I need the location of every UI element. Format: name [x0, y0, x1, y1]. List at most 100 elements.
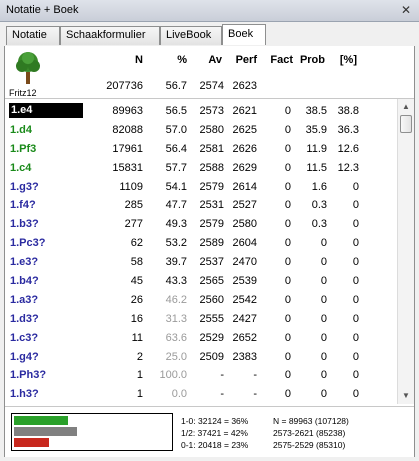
vertical-scrollbar[interactable]: ▲ ▼ [397, 99, 414, 404]
tab-boek[interactable]: Boek [222, 24, 266, 45]
move-pct: 49.3 [165, 218, 187, 231]
move-san[interactable]: 1.Pc3? [10, 237, 72, 249]
move-perf: 2580 [232, 218, 257, 231]
black-rating-stat: 2575-2529 (85310) [273, 440, 346, 450]
move-av: 2579 [199, 218, 224, 231]
move-row[interactable]: 1.g4? 2 25.0 2509 2383 0 0 0 [5, 348, 397, 367]
move-fact: 0 [284, 161, 291, 174]
move-san[interactable]: 1.Ph3? [10, 369, 72, 381]
move-prob: 0 [320, 369, 327, 382]
close-icon[interactable]: ✕ [399, 3, 413, 17]
move-av: 2579 [199, 180, 224, 193]
tab-notatie[interactable]: Notatie [6, 26, 60, 45]
tree-icon [16, 52, 40, 84]
move-row[interactable]: 1.Pc3? 62 53.2 2589 2604 0 0 0 [5, 234, 397, 253]
col-fact[interactable]: Fact [263, 54, 293, 66]
move-san[interactable]: 1.d3? [10, 313, 72, 325]
move-pct: 57.7 [165, 161, 187, 174]
result-summary: 1-0: 32124 = 36% 1/2: 37421 = 42% 0-1: 2… [5, 406, 414, 457]
move-pbr: 0 [352, 199, 359, 212]
move-pct: 56.4 [165, 142, 187, 155]
move-row[interactable]: 1.a3? 26 46.2 2560 2542 0 0 0 [5, 291, 397, 310]
move-san[interactable]: 1.e4 [9, 103, 83, 118]
move-san[interactable]: 1.f4? [10, 199, 72, 211]
move-prob: 0 [320, 350, 327, 363]
move-row[interactable]: 1.g3? 1109 54.1 2579 2614 0 1.6 0 [5, 178, 397, 197]
move-n: 1109 [119, 180, 143, 193]
move-n: 26 [130, 293, 143, 306]
move-n: 1 [136, 369, 143, 382]
move-av: 2529 [199, 331, 224, 344]
window-titlebar: Notatie + Boek ✕ [0, 0, 419, 22]
move-row[interactable]: 1.b3? 277 49.3 2579 2580 0 0.3 0 [5, 215, 397, 234]
col-av[interactable]: Av [200, 54, 222, 66]
move-prob: 0.3 [311, 199, 327, 212]
move-san[interactable]: 1.c3? [10, 332, 72, 344]
scroll-thumb[interactable] [400, 115, 412, 133]
move-row[interactable]: 1.d3? 16 31.3 2555 2427 0 0 0 [5, 310, 397, 329]
move-n: 11 [131, 331, 143, 344]
move-san[interactable]: 1.a3? [10, 294, 72, 306]
move-fact: 0 [284, 256, 291, 269]
move-fact: 0 [284, 218, 291, 231]
scroll-up-icon[interactable]: ▲ [400, 101, 412, 113]
scroll-down-icon[interactable]: ▼ [400, 390, 412, 402]
draws-stat: 1/2: 37421 = 42% [181, 428, 248, 438]
move-san[interactable]: 1.b3? [10, 218, 72, 230]
col-pbr[interactable]: [%] [335, 54, 357, 66]
move-row[interactable]: 1.h3? 1 0.0 - - 0 0 0 [5, 385, 397, 404]
tab-strip: Notatie Schaakformulier LiveBook Boek [4, 24, 415, 47]
move-pct: 54.1 [165, 180, 187, 193]
col-perf[interactable]: Perf [227, 54, 257, 66]
move-san[interactable]: 1.g4? [10, 351, 72, 363]
black-wins-bar [14, 438, 49, 447]
move-n: 285 [124, 199, 143, 212]
tab-schaakformulier[interactable]: Schaakformulier [60, 26, 160, 45]
move-fact: 0 [284, 369, 291, 382]
move-pbr: 0 [352, 180, 359, 193]
move-pbr: 12.3 [337, 161, 359, 174]
move-av: 2555 [199, 312, 224, 325]
move-row[interactable]: 1.c3? 11 63.6 2529 2652 0 0 0 [5, 329, 397, 348]
move-row[interactable]: 1.Ph3? 1 100.0 - - 0 0 0 [5, 366, 397, 385]
tab-livebook[interactable]: LiveBook [160, 26, 222, 45]
move-pbr: 38.8 [337, 105, 359, 117]
move-perf: - [253, 388, 257, 401]
move-row[interactable]: 1.d4 82088 57.0 2580 2625 0 35.9 36.3 [5, 121, 397, 140]
move-san[interactable]: 1.c4 [10, 162, 72, 174]
move-san[interactable]: 1.Pf3 [10, 143, 72, 155]
move-pct: 43.3 [165, 275, 187, 288]
move-n: 1 [136, 388, 143, 401]
move-row[interactable]: 1.Pf3 17961 56.4 2581 2626 0 11.9 12.6 [5, 140, 397, 159]
move-prob: 11.9 [306, 142, 327, 155]
move-pct: 31.3 [165, 312, 187, 325]
move-pbr: 0 [352, 331, 359, 344]
move-fact: 0 [284, 199, 291, 212]
move-row[interactable]: 1.f4? 285 47.7 2531 2527 0 0.3 0 [5, 196, 397, 215]
move-perf: 2625 [232, 123, 257, 136]
move-san[interactable]: 1.b4? [10, 275, 72, 287]
move-row[interactable]: 1.c4 15831 57.7 2588 2629 0 11.5 12.3 [5, 159, 397, 178]
move-san[interactable]: 1.h3? [10, 388, 72, 400]
move-av: 2560 [199, 293, 224, 306]
move-row[interactable]: 1.e3? 58 39.7 2537 2470 0 0 0 [5, 253, 397, 272]
col-prob[interactable]: Prob [295, 54, 325, 66]
move-pct: 46.2 [165, 293, 187, 306]
move-perf: 2383 [232, 350, 257, 363]
move-fact: 0 [284, 293, 291, 306]
col-pct[interactable]: % [165, 54, 187, 66]
move-perf: 2626 [232, 142, 257, 155]
move-pbr: 0 [352, 218, 359, 231]
white-wins-bar [14, 416, 68, 425]
move-prob: 0.3 [311, 218, 327, 231]
move-prob: 0 [320, 237, 327, 250]
move-row[interactable]: 1.e4 89963 56.5 2573 2621 0 38.5 38.8 [5, 102, 397, 121]
move-san[interactable]: 1.d4 [10, 124, 72, 136]
move-san[interactable]: 1.e3? [10, 256, 72, 268]
move-san[interactable]: 1.g3? [10, 181, 72, 193]
total-pct: 56.7 [165, 80, 187, 92]
move-av: - [220, 369, 224, 382]
move-row[interactable]: 1.b4? 45 43.3 2565 2539 0 0 0 [5, 272, 397, 291]
result-bars [11, 413, 173, 451]
col-n[interactable]: N [113, 54, 143, 66]
